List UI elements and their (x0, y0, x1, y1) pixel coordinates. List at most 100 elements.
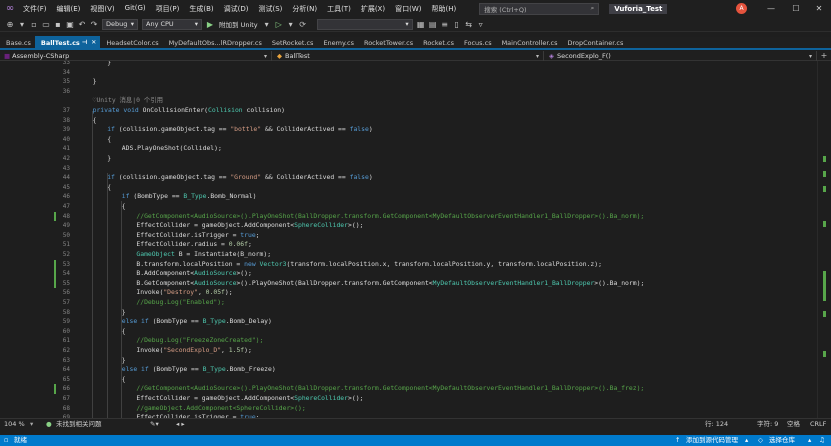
close-icon[interactable]: ✕ (91, 39, 96, 46)
tab-document[interactable]: MyDefaultObs...lRDropper.cs (163, 36, 266, 49)
nav-icon[interactable]: ⇆ (463, 17, 475, 32)
code-line[interactable]: 44 if (collision.gameObject.tag == "Groun… (0, 173, 831, 183)
tab-document[interactable]: MainController.cs (496, 36, 562, 49)
code-line[interactable]: 64 else if (BombType == B_Type.Bomb_Freez… (0, 365, 831, 375)
save-icon[interactable]: ▪ (52, 17, 64, 32)
camera-icon[interactable]: ▦ (415, 17, 427, 32)
select-repo-button[interactable]: 选择仓库 (769, 435, 795, 446)
code-line[interactable]: 37 private void OnCollisionEnter(Collisio… (0, 106, 831, 116)
tab-document[interactable]: DropContainer.cs (562, 36, 628, 49)
code-line[interactable]: 61 //Debug.Log("FreezeZoneCreated"); (0, 336, 831, 346)
code-line[interactable]: 41 ADS.PlayOneShot(Collidel); (0, 144, 831, 154)
config-select[interactable]: Debug ▾ (102, 18, 138, 30)
menu-item[interactable]: 扩展(X) (356, 4, 390, 14)
code-line[interactable]: 46 if (BombType == B_Type.Bomb_Normal) (0, 192, 831, 202)
code-line[interactable]: 50 EffectCollider.isTrigger = true; (0, 231, 831, 241)
notification-icon[interactable]: ♫ (819, 435, 825, 446)
dropdown-arrow-icon[interactable]: ▾ (285, 17, 297, 32)
add-source-control-button[interactable]: 添加到源代码管理 (686, 435, 738, 446)
code-line[interactable]: 60 { (0, 327, 831, 337)
tab-document[interactable]: SetRocket.cs (266, 36, 318, 49)
target-select[interactable]: ▾ (316, 18, 413, 30)
start-without-debug-icon[interactable]: ▷ (273, 17, 285, 32)
code-line[interactable]: 40 { (0, 135, 831, 145)
avatar[interactable]: A (736, 3, 747, 14)
new-item-icon[interactable]: ▫ (28, 17, 40, 32)
open-icon[interactable]: ▭ (40, 17, 52, 32)
code-line[interactable]: 52 GameObject B = Instantiate(B_norm); (0, 250, 831, 260)
code-line[interactable]: 49 EffectCollider = gameObject.AddCompone… (0, 221, 831, 231)
pin-icon[interactable]: ⊣ (82, 39, 87, 46)
code-line[interactable]: 58} (0, 308, 831, 318)
code-line[interactable]: 43 (0, 164, 831, 174)
code-line[interactable]: 62 Invoke("SecondExplo_D", 1.5f); (0, 346, 831, 356)
code-line[interactable]: 42} (0, 154, 831, 164)
tab-document[interactable]: Focus.cs (458, 36, 496, 49)
code-line[interactable]: 63} (0, 356, 831, 366)
code-line[interactable]: 38 { (0, 116, 831, 126)
undo-icon[interactable]: ↶ (76, 17, 88, 32)
close-icon[interactable]: ✕ (806, 0, 831, 17)
menu-item[interactable]: 项目(P) (151, 4, 185, 14)
back-forward-icon[interactable]: ⊕ (4, 17, 16, 32)
layout-icon[interactable]: ▤ (427, 17, 439, 32)
more-icon[interactable]: ▿ (475, 17, 487, 32)
menu-item[interactable]: Git(G) (120, 4, 151, 14)
code-line[interactable]: 48 //GetComponent<AudioSource>().PlayOneS… (0, 211, 831, 222)
tab-document[interactable]: HeadsetColor.cs (100, 36, 162, 49)
code-line[interactable]: 67 EffectCollider = gameObject.AddCompone… (0, 394, 831, 404)
menu-item[interactable]: 调试(D) (219, 4, 254, 14)
code-line[interactable]: 55 B.GetComponent<AudioSource>().PlayOneS… (0, 278, 831, 289)
code-line[interactable]: 39 if (collision.gameObject.tag == "bottl… (0, 125, 831, 135)
tab-document[interactable]: Enemy.cs (317, 36, 358, 49)
attach-unity-button[interactable]: 附加到 Unity (219, 19, 258, 29)
code-line[interactable]: 56 Invoke("Destroy", 0.05f); (0, 288, 831, 298)
code-line[interactable]: 68 //gameObject.AddComponent<SphereCollid… (0, 404, 831, 414)
tab-document[interactable]: Base.cs (0, 36, 35, 49)
code-line[interactable]: 51 EffectCollider.radius = 0.06f; (0, 240, 831, 250)
comment-icon[interactable]: ≡ (439, 17, 451, 32)
code-editor[interactable]: 33} 34 35} 36 ♡Unity 消息|0 个引用 37 private void … (0, 61, 831, 418)
search-input[interactable]: 搜索 (Ctrl+Q) ⌕ (479, 2, 600, 15)
code-line[interactable]: ♡Unity 消息|0 个引用 (0, 96, 831, 106)
menu-item[interactable]: 视图(V) (85, 4, 119, 14)
vertical-scrollbar[interactable] (817, 61, 831, 418)
code-line[interactable]: 45{ (0, 183, 831, 193)
project-select[interactable]: ■ Assembly-CSharp ▾ (0, 51, 272, 61)
tab-document[interactable]: BallTest.cs ⊣ ✕ (34, 36, 101, 49)
code-line[interactable]: 53 B.transform.localPosition = new Vector… (0, 259, 831, 270)
menu-item[interactable]: 分析(N) (287, 4, 322, 14)
menu-item[interactable]: 帮助(H) (426, 4, 461, 14)
bookmark-icon[interactable]: ▯ (451, 17, 463, 32)
code-line[interactable]: 36 (0, 87, 831, 97)
code-text: //gameObject.AddComponent<SphereCollider… (136, 403, 306, 412)
code-line[interactable]: 35} (0, 77, 831, 87)
line-number: 33 (62, 61, 70, 66)
code-line[interactable]: 34 (0, 68, 831, 78)
menu-item[interactable]: 生成(B) (184, 4, 218, 14)
minimize-icon[interactable]: — (758, 0, 784, 17)
menu-item[interactable]: 编辑(E) (52, 4, 86, 14)
platform-select[interactable]: Any CPU ▾ (142, 18, 202, 30)
redo-icon[interactable]: ↷ (88, 17, 100, 32)
menu-item[interactable]: 工具(T) (322, 4, 356, 14)
code-line[interactable]: 65 { (0, 375, 831, 385)
code-line[interactable]: 33} (0, 61, 831, 68)
tab-document[interactable]: RocketTower.cs (358, 36, 417, 49)
menu-item[interactable]: 文件(F) (18, 4, 52, 14)
class-select[interactable]: ◆ BallTest ▾ (273, 51, 544, 61)
code-line[interactable]: 59 else if (BombType == B_Type.Bomb_Delay… (0, 317, 831, 327)
dropdown-arrow-icon[interactable]: ▾ (16, 17, 28, 32)
save-all-icon[interactable]: ▣ (64, 17, 76, 32)
code-line[interactable]: 57 //Debug.Log("Enabled"); (0, 298, 831, 308)
hot-reload-icon[interactable]: ⟳ (297, 17, 309, 32)
play-icon[interactable]: ▶ (204, 17, 216, 32)
tab-document[interactable]: Rocket.cs (417, 36, 458, 49)
code-line[interactable]: 47 { (0, 202, 831, 212)
code-line[interactable]: 66 //GetComponent<AudioSource>().PlayOneS… (0, 384, 831, 394)
member-select[interactable]: ◈ SecondExplo_F() ▾ (545, 51, 817, 61)
code-line[interactable]: 54 B.AddComponent<AudioSource>(); (0, 269, 831, 279)
menu-item[interactable]: 窗口(W) (390, 4, 426, 14)
chevron-down-icon[interactable]: ▾ (261, 17, 273, 32)
menu-item[interactable]: 测试(S) (253, 4, 287, 14)
